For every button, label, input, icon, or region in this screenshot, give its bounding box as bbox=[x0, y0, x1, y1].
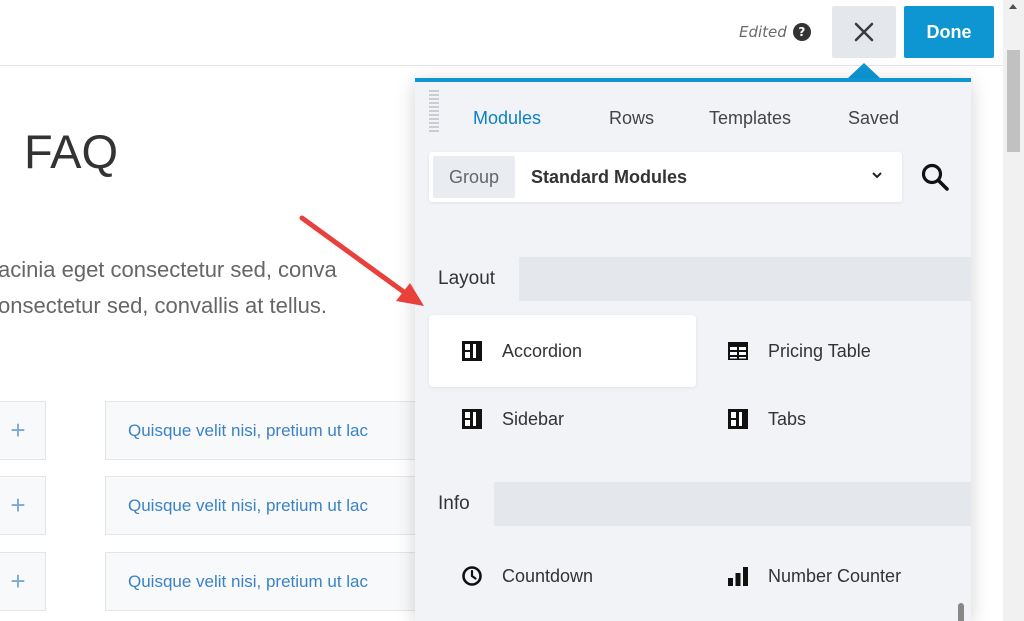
module-pricing-table[interactable]: Pricing Table bbox=[695, 315, 955, 387]
paragraph-line-2: onsectetur sed, convallis at tellus. bbox=[0, 293, 327, 318]
section-layout-header: Layout bbox=[415, 257, 971, 301]
expand-toggle-icon[interactable]: + bbox=[0, 401, 46, 460]
edited-status[interactable]: Edited ? bbox=[739, 23, 811, 41]
section-info-header: Info bbox=[415, 482, 971, 526]
module-label: Pricing Table bbox=[768, 340, 871, 361]
bar-chart-icon bbox=[728, 567, 748, 586]
group-label: Group bbox=[433, 156, 515, 198]
accordion-icon bbox=[462, 341, 482, 361]
tab-rows[interactable]: Rows bbox=[609, 108, 654, 129]
content-panel: Modules Rows Templates Saved Group Stand… bbox=[415, 78, 971, 621]
close-icon bbox=[854, 22, 874, 42]
section-title: Info bbox=[415, 482, 494, 526]
module-sidebar[interactable]: Sidebar bbox=[429, 383, 696, 455]
tabs-icon bbox=[728, 409, 748, 429]
module-number-counter[interactable]: Number Counter bbox=[695, 540, 955, 612]
drag-handle-icon[interactable] bbox=[429, 90, 439, 132]
table-icon bbox=[728, 342, 748, 360]
module-label: Number Counter bbox=[768, 565, 902, 586]
scroll-thumb[interactable] bbox=[1007, 50, 1020, 152]
expand-toggle-icon[interactable]: + bbox=[0, 552, 46, 611]
module-label: Countdown bbox=[502, 565, 594, 586]
module-countdown[interactable]: Countdown bbox=[429, 540, 696, 612]
close-panel-button[interactable] bbox=[832, 6, 896, 58]
scroll-up-arrow-icon[interactable] bbox=[1009, 4, 1017, 9]
chevron-down-icon bbox=[872, 172, 882, 179]
expand-toggle-icon[interactable]: + bbox=[0, 476, 46, 535]
paragraph-line-1: acinia eget consectetur sed, conva bbox=[0, 257, 337, 282]
module-label: Accordion bbox=[502, 340, 583, 361]
faq-question[interactable]: Quisque velit nisi, pretium ut lac bbox=[105, 476, 425, 535]
page-title: FAQ bbox=[24, 125, 119, 178]
tab-saved[interactable]: Saved bbox=[848, 108, 899, 129]
tab-templates[interactable]: Templates bbox=[709, 108, 791, 129]
group-value: Standard Modules bbox=[531, 167, 688, 187]
edited-label: Edited bbox=[739, 23, 787, 41]
done-button[interactable]: Done bbox=[904, 6, 994, 58]
group-select[interactable]: Group Standard Modules bbox=[429, 152, 902, 202]
faq-question[interactable]: Quisque velit nisi, pretium ut lac bbox=[105, 552, 425, 611]
faq-question[interactable]: Quisque velit nisi, pretium ut lac bbox=[105, 401, 425, 460]
module-accordion[interactable]: Accordion bbox=[429, 315, 696, 387]
editor-top-bar: Edited ? Done bbox=[0, 0, 1003, 66]
clock-icon bbox=[462, 566, 482, 586]
panel-caret bbox=[848, 63, 880, 78]
module-label: Sidebar bbox=[502, 408, 565, 429]
page-scrollbar[interactable] bbox=[1003, 0, 1024, 621]
tab-modules[interactable]: Modules bbox=[473, 108, 541, 129]
module-label: Tabs bbox=[768, 408, 807, 429]
module-tabs[interactable]: Tabs bbox=[695, 383, 955, 455]
intro-paragraph: acinia eget consectetur sed, conva onsec… bbox=[0, 252, 337, 324]
help-icon[interactable]: ? bbox=[792, 23, 811, 41]
section-title: Layout bbox=[415, 257, 520, 301]
search-icon[interactable] bbox=[920, 162, 950, 192]
panel-scrollbar[interactable] bbox=[958, 603, 964, 621]
sidebar-icon bbox=[462, 409, 482, 429]
